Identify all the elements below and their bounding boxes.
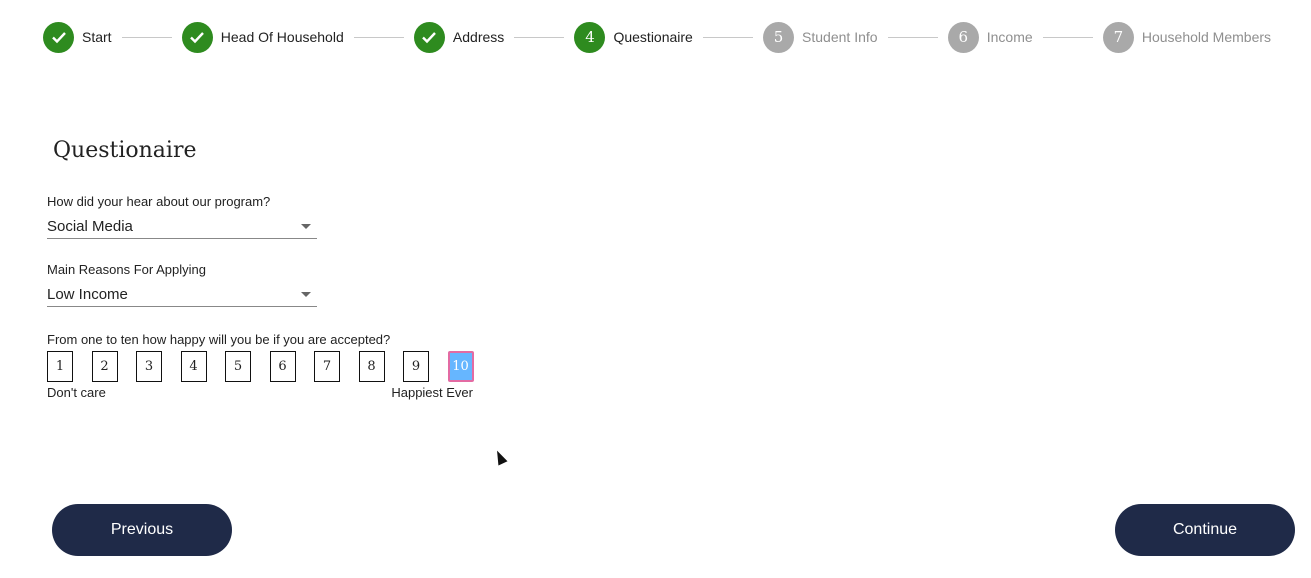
step-head-of-household[interactable]: Head Of Household: [181, 21, 344, 53]
stepper: Start Head Of Household Address 4 Questionai…: [43, 21, 1271, 53]
happiness-rating: From one to ten how happy will you be if…: [47, 332, 477, 400]
reason-select[interactable]: Low Income: [47, 282, 317, 307]
step-questionaire[interactable]: 4 Questionaire: [574, 21, 693, 53]
step-connector: [514, 36, 565, 38]
step-student-info[interactable]: 5 Student Info: [763, 21, 878, 53]
step-number: 4: [574, 21, 606, 53]
step-label: Start: [82, 29, 112, 45]
step-number: 5: [763, 21, 795, 53]
rating-option-4[interactable]: 4: [180, 351, 207, 382]
step-address[interactable]: Address: [413, 21, 505, 53]
step-label: Household Members: [1141, 29, 1272, 45]
rating-option-10[interactable]: 10: [447, 351, 474, 382]
hear-about-select[interactable]: Social Media: [47, 214, 317, 239]
rating-option-2[interactable]: 2: [91, 351, 118, 382]
step-label: Questionaire: [613, 29, 693, 45]
step-connector: [1042, 36, 1093, 38]
step-household-members[interactable]: 7 Household Members: [1102, 21, 1272, 53]
step-connector: [887, 36, 938, 38]
step-connector: [702, 36, 754, 38]
step-connector: [121, 36, 172, 38]
rating-option-6[interactable]: 6: [269, 351, 296, 382]
rating-option-8[interactable]: 8: [358, 351, 385, 382]
rating-option-9[interactable]: 9: [403, 351, 429, 382]
step-income[interactable]: 6 Income: [947, 21, 1033, 53]
rating-option-3[interactable]: 3: [136, 351, 162, 382]
mouse-cursor-icon: [492, 448, 508, 466]
rating-options: 1 2 3 4 5 6 7 8 9 10: [47, 351, 477, 383]
rating-max-label: Happiest Ever: [391, 385, 473, 400]
check-icon: [413, 21, 445, 53]
caret-down-icon: [301, 291, 311, 297]
step-label: Address: [452, 29, 505, 45]
rating-min-label: Don't care: [47, 385, 106, 400]
check-icon: [43, 21, 74, 53]
step-number: 7: [1102, 21, 1134, 53]
previous-button[interactable]: Previous: [52, 504, 232, 556]
hear-about-value: Social Media: [47, 217, 133, 235]
step-connector: [353, 36, 404, 38]
page-title: Questionaire: [53, 138, 197, 163]
reason-label: Main Reasons For Applying: [47, 262, 206, 277]
reason-field: Main Reasons For Applying Low Income: [47, 262, 317, 307]
step-label: Head Of Household: [220, 29, 344, 45]
step-label: Income: [986, 29, 1033, 45]
continue-button[interactable]: Continue: [1115, 504, 1295, 556]
check-icon: [181, 21, 213, 53]
hear-about-field: How did your hear about our program? Soc…: [47, 194, 317, 239]
rating-option-7[interactable]: 7: [314, 351, 340, 382]
step-number: 6: [947, 21, 979, 53]
caret-down-icon: [301, 223, 311, 229]
rating-label: From one to ten how happy will you be if…: [47, 332, 391, 347]
hear-about-label: How did your hear about our program?: [47, 194, 271, 209]
step-label: Student Info: [802, 29, 878, 45]
step-start[interactable]: Start: [43, 21, 112, 53]
rating-option-1[interactable]: 1: [47, 351, 73, 382]
rating-option-5[interactable]: 5: [225, 351, 251, 382]
reason-value: Low Income: [47, 285, 128, 303]
